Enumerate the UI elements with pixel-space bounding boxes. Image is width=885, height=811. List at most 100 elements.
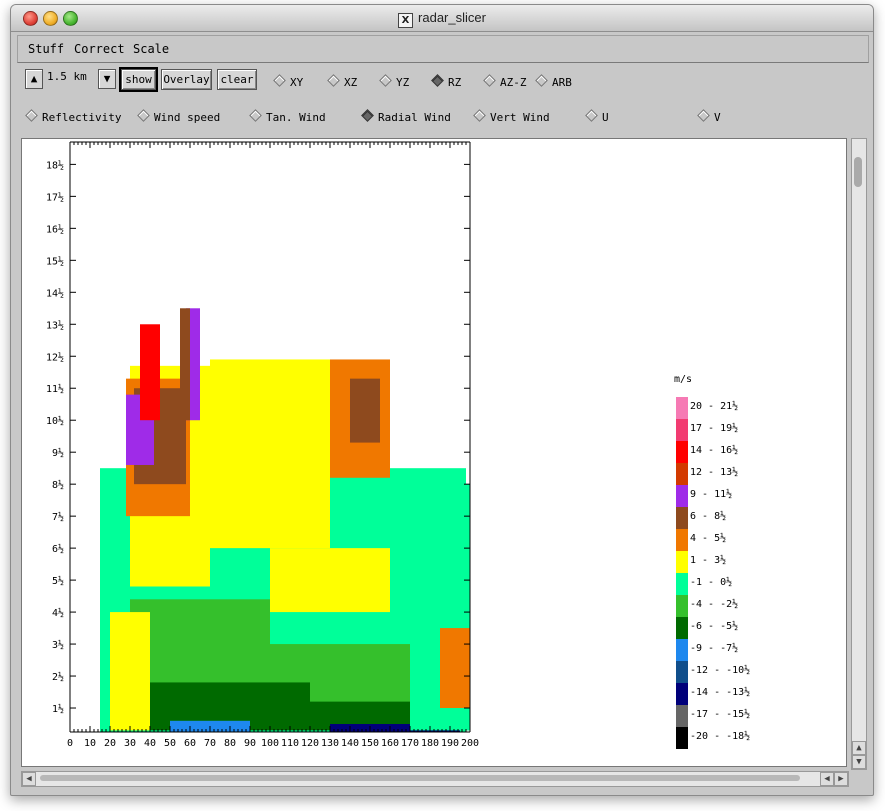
legend-swatch xyxy=(676,419,688,441)
view-xz-radio[interactable]: XZ xyxy=(327,74,357,89)
field-u-radio[interactable]: U xyxy=(585,109,609,124)
y-tick-label: 17½ xyxy=(46,191,64,203)
radio-diamond-icon xyxy=(483,74,496,87)
legend-label: -14 - -13½ xyxy=(690,686,750,698)
scroll-left-arrow-icon[interactable]: ◀ xyxy=(22,772,36,786)
scroll-right-arrow-icon[interactable]: ▶ xyxy=(834,772,848,786)
legend-label: -20 - -18½ xyxy=(690,730,750,742)
legend-swatch xyxy=(676,573,688,595)
x-tick-label: 180 xyxy=(421,738,439,749)
field-reflectivity-radio[interactable]: Reflectivity xyxy=(25,109,121,124)
overlay-button[interactable]: Overlay xyxy=(161,69,212,90)
x-tick-label: 20 xyxy=(104,738,116,749)
radio-diamond-icon xyxy=(585,109,598,122)
vertical-scrollbar[interactable]: ▲ ▼ xyxy=(851,138,867,770)
scroll-up-arrow-icon[interactable]: ▲ xyxy=(852,741,866,755)
view-arb-radio[interactable]: ARB xyxy=(535,74,572,89)
legend-swatch xyxy=(676,397,688,419)
radio-diamond-icon xyxy=(25,109,38,122)
down-arrow-icon: ▼ xyxy=(103,72,111,85)
legend-label: 6 - 8½ xyxy=(690,510,726,522)
legend-swatch xyxy=(676,705,688,727)
legend-label: 9 - 11½ xyxy=(690,488,732,500)
x-tick-label: 0 xyxy=(67,738,73,749)
legend-label: 1 - 3½ xyxy=(690,554,726,566)
legend-swatch xyxy=(676,683,688,705)
view-az-z-radio[interactable]: AZ-Z xyxy=(483,74,527,89)
y-tick-label: 10½ xyxy=(46,415,64,427)
up-arrow-icon: ▲ xyxy=(30,72,38,85)
legend-label: -9 - -7½ xyxy=(690,642,738,654)
data-region xyxy=(210,359,330,549)
legend-swatch xyxy=(676,661,688,683)
legend-swatch xyxy=(676,507,688,529)
y-tick-label: 11½ xyxy=(46,383,64,395)
menu-scale[interactable]: Scale xyxy=(133,42,169,56)
legend-label: 4 - 5½ xyxy=(690,532,726,544)
y-tick-label: 9½ xyxy=(52,447,64,459)
legend-label: 14 - 16½ xyxy=(690,444,738,456)
field-tan-wind-radio[interactable]: Tan. Wind xyxy=(249,109,326,124)
view-rz-radio[interactable]: RZ xyxy=(431,74,461,89)
menu-stuff[interactable]: Stuff xyxy=(28,42,64,56)
legend-swatch xyxy=(676,441,688,463)
y-tick-label: 4½ xyxy=(52,607,64,619)
title-bar[interactable]: Xradar_slicer xyxy=(11,5,873,32)
window-title: Xradar_slicer xyxy=(11,10,873,28)
data-region xyxy=(110,612,150,731)
scroll-left-arrow-icon-2[interactable]: ◀ xyxy=(820,772,834,786)
field-radial-wind-radio[interactable]: Radial Wind xyxy=(361,109,451,124)
field-wind-speed-radio[interactable]: Wind speed xyxy=(137,109,220,124)
x-tick-label: 30 xyxy=(124,738,136,749)
y-tick-label: 2½ xyxy=(52,671,64,683)
legend-label: 20 - 21½ xyxy=(690,400,738,412)
y-tick-label: 8½ xyxy=(52,479,64,491)
legend-label: -1 - 0½ xyxy=(690,576,732,588)
legend-label: 17 - 19½ xyxy=(690,422,738,434)
level-up-button[interactable]: ▲ xyxy=(25,69,43,89)
legend-swatch xyxy=(676,617,688,639)
x-tick-label: 200 xyxy=(461,738,479,749)
x-tick-label: 70 xyxy=(204,738,216,749)
x-tick-label: 50 xyxy=(164,738,176,749)
x-tick-label: 40 xyxy=(144,738,156,749)
y-tick-label: 1½ xyxy=(52,703,64,715)
y-tick-label: 3½ xyxy=(52,639,64,651)
show-button[interactable]: show xyxy=(119,67,158,92)
radio-diamond-icon xyxy=(249,109,262,122)
scroll-down-arrow-icon[interactable]: ▼ xyxy=(852,755,866,769)
horizontal-scrollbar[interactable]: ◀ ◀ ▶ xyxy=(21,771,849,787)
y-tick-label: 13½ xyxy=(46,319,64,331)
x-tick-label: 160 xyxy=(381,738,399,749)
field-v-radio[interactable]: V xyxy=(697,109,721,124)
legend-swatch xyxy=(676,595,688,617)
x-tick-label: 100 xyxy=(261,738,279,749)
horizontal-scroll-thumb[interactable] xyxy=(40,775,800,781)
y-tick-label: 18½ xyxy=(46,159,64,171)
y-tick-label: 12½ xyxy=(46,351,64,363)
radar-slicer-window: Xradar_slicer Stuff Correct Scale ▲ 1.5 … xyxy=(10,4,874,796)
menu-correct[interactable]: Correct xyxy=(74,42,125,56)
clear-button[interactable]: clear xyxy=(217,69,257,90)
x-tick-label: 120 xyxy=(301,738,319,749)
radio-diamond-icon xyxy=(379,74,392,87)
data-region xyxy=(350,378,380,443)
view-xy-radio[interactable]: XY xyxy=(273,74,303,89)
legend-label: -4 - -2½ xyxy=(690,598,738,610)
legend-label: 12 - 13½ xyxy=(690,466,738,478)
y-tick-label: 5½ xyxy=(52,575,64,587)
x-tick-label: 150 xyxy=(361,738,379,749)
legend-label: -17 - -15½ xyxy=(690,708,750,720)
field-vert-wind-radio[interactable]: Vert Wind xyxy=(473,109,550,124)
plot-canvas[interactable]: 0 10 20 30 40 50 60 70 80 90 100 110 120 130 140 150 160… xyxy=(21,138,847,767)
level-down-button[interactable]: ▼ xyxy=(98,69,116,89)
toolbar: ▲ 1.5 km ▼ show Overlay clear XY XZ YZ R… xyxy=(17,63,867,97)
level-value: 1.5 km xyxy=(47,70,87,83)
vertical-scroll-thumb[interactable] xyxy=(854,157,862,187)
y-tick-label: 16½ xyxy=(46,223,64,235)
x-tick-label: 10 xyxy=(84,738,96,749)
view-yz-radio[interactable]: YZ xyxy=(379,74,409,89)
legend-swatch xyxy=(676,529,688,551)
radio-diamond-icon xyxy=(535,74,548,87)
data-region xyxy=(440,628,470,709)
